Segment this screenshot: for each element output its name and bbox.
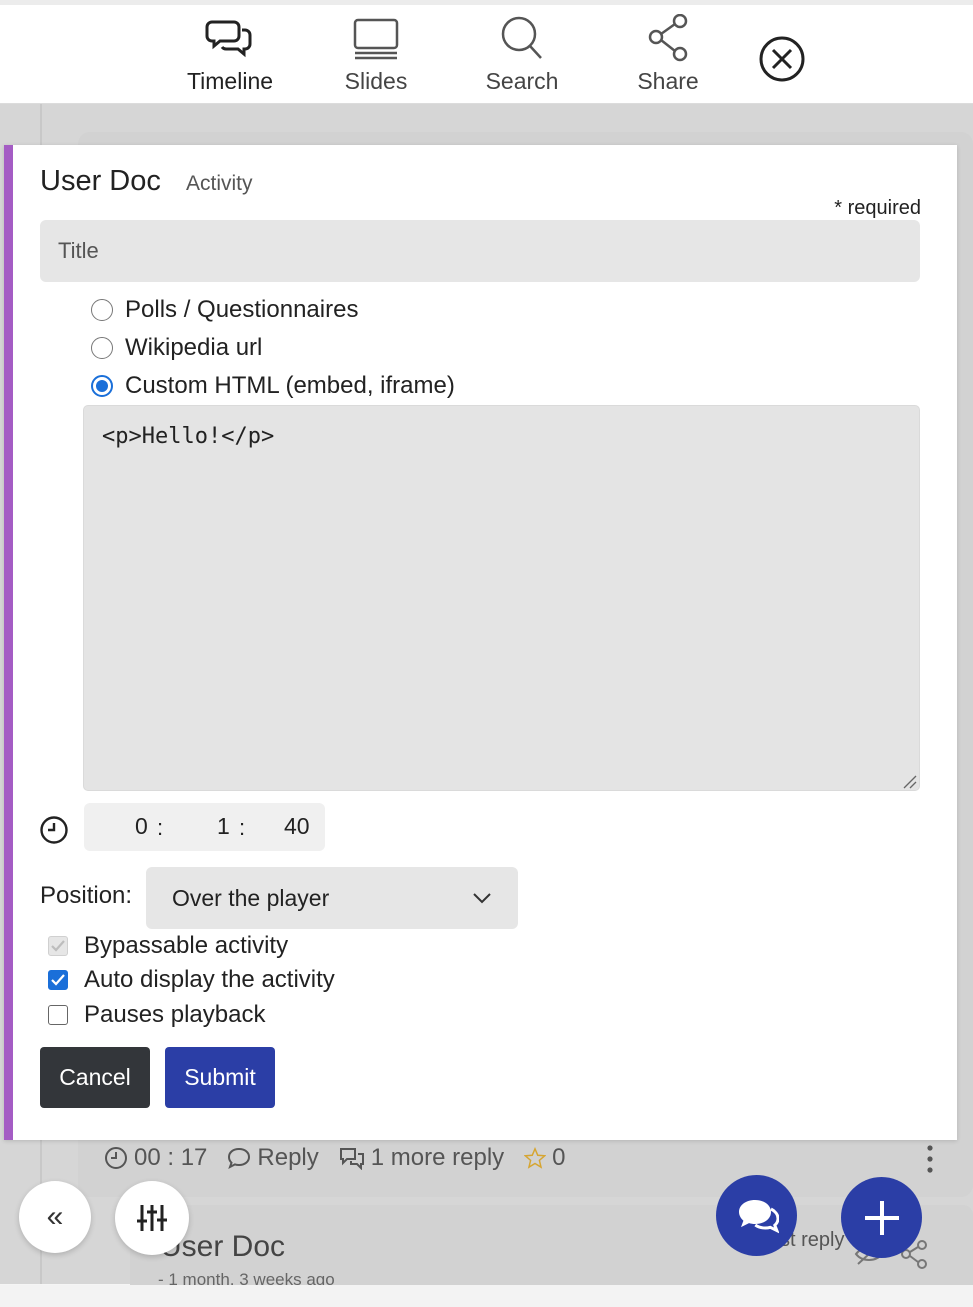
double-chevron-left-icon: « (46, 1200, 64, 1233)
checkbox-disabled (48, 936, 68, 956)
time-seconds-input[interactable]: 40 (284, 813, 310, 840)
share-icon (648, 14, 688, 62)
time-separator: : (239, 815, 246, 840)
tab-search[interactable]: Search (452, 10, 592, 106)
dialog-subtitle: Activity (186, 172, 253, 195)
slides-icon (353, 18, 399, 60)
chat-bubbles-icon (738, 1199, 779, 1233)
checkmark-icon (51, 974, 65, 986)
reply-button[interactable]: Reply (227, 1144, 319, 1172)
chevron-down-icon (473, 893, 491, 904)
tab-slides[interactable]: Slides (306, 10, 446, 106)
clock-icon (105, 1147, 127, 1169)
title-input[interactable] (40, 220, 920, 282)
option-auto-display-label: Auto display the activity (84, 966, 335, 993)
option-bypassable-label: Bypassable activity (84, 932, 289, 959)
reply-label: Reply (257, 1144, 319, 1171)
tab-timeline-label: Timeline (186, 68, 274, 94)
time-separator: : (157, 815, 164, 840)
tab-share[interactable]: Share (598, 10, 738, 106)
tab-search-label: Search (485, 68, 559, 94)
position-label: Position: (40, 882, 133, 909)
radio-polls-label: Polls / Questionnaires (125, 296, 359, 323)
resize-handle-icon[interactable] (901, 773, 917, 789)
time-minutes-input[interactable]: 1 (217, 813, 230, 840)
more-replies-link[interactable]: 1 more reply (339, 1144, 504, 1172)
option-pauses-playback-label: Pauses playback (84, 1001, 266, 1028)
option-pauses-playback[interactable]: Pauses playback (48, 1001, 265, 1029)
star-icon (524, 1147, 547, 1169)
tab-timeline[interactable]: Timeline (160, 10, 300, 109)
cancel-button[interactable]: Cancel (40, 1047, 150, 1108)
radio-button-selected[interactable] (91, 375, 113, 397)
search-icon (501, 16, 542, 59)
checkmark-icon (51, 940, 65, 952)
sliders-icon (137, 1205, 167, 1231)
more-replies-label: 1 more reply (370, 1144, 505, 1171)
top-nav: Timeline Slides Search Share (0, 0, 973, 109)
close-circle-icon[interactable] (756, 33, 808, 85)
radio-wikipedia-label: Wikipedia url (125, 334, 263, 361)
chat-bubbles-icon (205, 20, 252, 58)
option-bypassable: Bypassable activity (48, 932, 288, 960)
radio-wikipedia[interactable]: Wikipedia url (91, 334, 262, 362)
clock-icon (40, 816, 68, 844)
activity-dialog: User Doc Activity * required Polls / Que… (4, 145, 957, 1140)
radio-custom-html-label: Custom HTML (embed, iframe) (125, 372, 455, 399)
position-select[interactable]: Over the player (146, 867, 518, 929)
collapse-button[interactable]: « (19, 1181, 91, 1253)
position-select-value: Over the player (172, 884, 330, 911)
annotation-timestamp[interactable]: 00 : 17 (104, 1144, 207, 1172)
html-code-editor[interactable]: <p>Hello!</p> (83, 405, 920, 791)
time-hours-input[interactable]: 0 (135, 813, 148, 840)
checkbox[interactable] (48, 1005, 68, 1025)
radio-button[interactable] (91, 337, 113, 359)
option-auto-display[interactable]: Auto display the activity (48, 966, 335, 994)
plus-icon (864, 1200, 899, 1235)
star-count: 0 (552, 1144, 566, 1171)
comments-button[interactable] (716, 1175, 797, 1256)
dialog-title: User Doc (40, 165, 161, 197)
radio-button[interactable] (91, 299, 113, 321)
bottom-bar (0, 1285, 973, 1307)
radio-polls[interactable]: Polls / Questionnaires (91, 296, 358, 324)
comment-icon (228, 1147, 251, 1170)
star-rating[interactable]: 0 (524, 1144, 566, 1172)
replies-icon (339, 1148, 364, 1170)
submit-button[interactable]: Submit (165, 1047, 275, 1108)
annotation-meta-row: 00 : 17 Reply 1 more reply 0 (104, 1140, 578, 1176)
timestamp-text: 00 : 17 (134, 1144, 208, 1171)
tab-share-label: Share (637, 68, 699, 94)
add-button[interactable] (841, 1177, 922, 1258)
checkbox-checked[interactable] (48, 970, 68, 990)
radio-custom-html[interactable]: Custom HTML (embed, iframe) (91, 372, 455, 400)
filter-button[interactable] (115, 1181, 189, 1255)
required-note: * required (834, 197, 921, 219)
tab-slides-label: Slides (344, 68, 408, 94)
more-options-icon[interactable] (922, 1144, 938, 1174)
